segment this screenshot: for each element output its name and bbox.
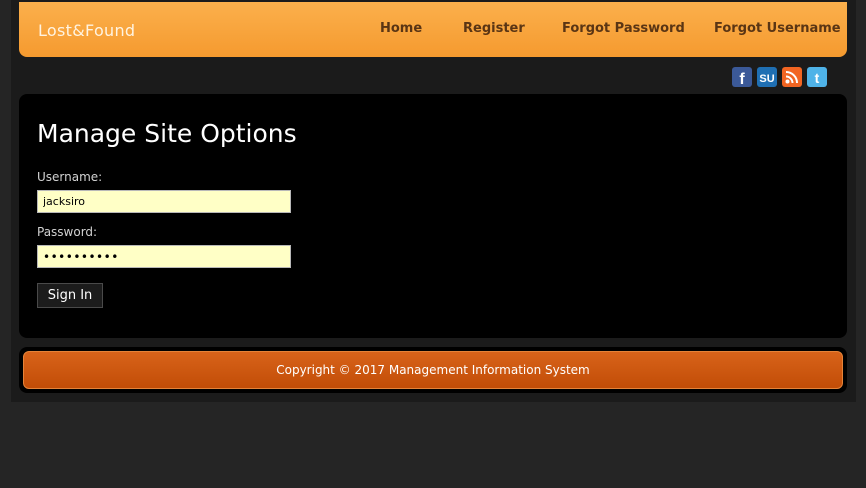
- header-bar: Lost&Found Home Register Forgot Password…: [19, 2, 847, 57]
- nav-forgot-username[interactable]: Forgot Username: [714, 21, 841, 36]
- username-label: Username:: [37, 170, 103, 184]
- nav-register[interactable]: Register: [463, 21, 525, 36]
- facebook-icon[interactable]: f: [732, 67, 752, 87]
- nav-forgot-password[interactable]: Forgot Password: [562, 21, 685, 36]
- password-label: Password:: [37, 225, 98, 239]
- username-input[interactable]: [37, 190, 291, 213]
- svg-text:SU: SU: [759, 73, 774, 85]
- copyright-text: Copyright © 2017 Management Information …: [276, 363, 590, 377]
- nav-home[interactable]: Home: [380, 21, 422, 36]
- svg-text:f: f: [739, 71, 745, 87]
- login-panel: Manage Site Options Username: Password: …: [19, 94, 847, 338]
- rss-icon[interactable]: [782, 67, 802, 87]
- site-logo[interactable]: Lost&Found: [38, 21, 135, 40]
- footer-frame: Copyright © 2017 Management Information …: [19, 347, 847, 393]
- page-container: Lost&Found Home Register Forgot Password…: [11, 0, 856, 402]
- page-title: Manage Site Options: [37, 119, 297, 148]
- footer-bar: Copyright © 2017 Management Information …: [23, 351, 843, 389]
- sign-in-button[interactable]: Sign In: [37, 283, 103, 308]
- stumbleupon-icon[interactable]: SU: [757, 67, 777, 87]
- svg-text:t: t: [815, 70, 820, 86]
- password-input[interactable]: [37, 245, 291, 268]
- twitter-icon[interactable]: t: [807, 67, 827, 87]
